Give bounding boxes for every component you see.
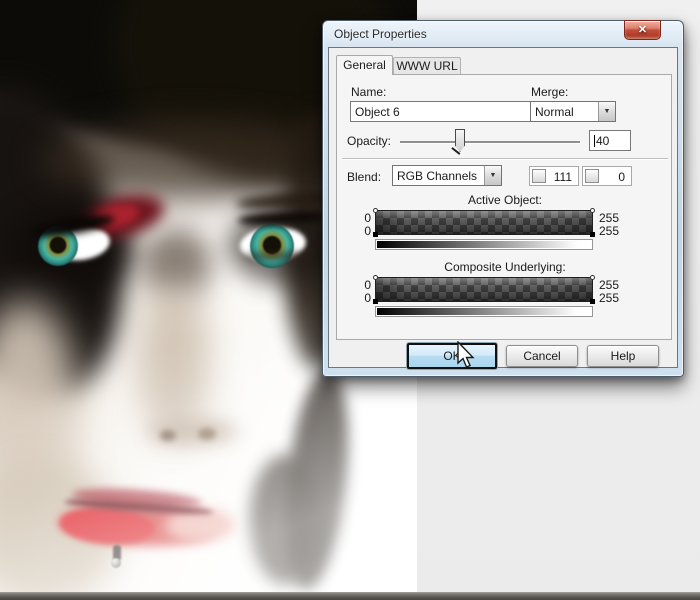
active-object-high-top: 255 bbox=[599, 211, 633, 225]
text-caret bbox=[594, 135, 595, 147]
range-handle-top-left[interactable] bbox=[373, 275, 378, 280]
range-handle-top-right[interactable] bbox=[590, 208, 595, 213]
object-properties-dialog: Object Properties ✕ General WWW URL Name… bbox=[322, 20, 684, 377]
blend-number-1: 111 bbox=[554, 170, 572, 184]
blend-value-field-1[interactable]: 111 bbox=[529, 166, 579, 186]
dialog-client-area: General WWW URL Name: Object 6 Merge: No… bbox=[328, 47, 678, 368]
range-handle-bottom-left[interactable] bbox=[373, 232, 378, 237]
composite-high-bottom: 255 bbox=[599, 291, 633, 305]
blend-dropdown-value: RGB Channels bbox=[397, 169, 477, 183]
help-button[interactable]: Help bbox=[587, 345, 659, 367]
chevron-down-icon[interactable]: ▼ bbox=[484, 166, 501, 185]
range-bar-shading bbox=[376, 278, 592, 301]
active-object-high-bottom: 255 bbox=[599, 224, 633, 238]
close-icon: ✕ bbox=[638, 24, 647, 36]
blend-swatch-button[interactable] bbox=[532, 169, 546, 183]
range-handle-bottom-right[interactable] bbox=[590, 299, 595, 304]
opacity-label: Opacity: bbox=[347, 134, 391, 148]
gradient-ramp bbox=[377, 241, 591, 248]
opacity-slider-thumb[interactable] bbox=[455, 129, 465, 152]
composite-gradient-strip bbox=[375, 306, 593, 317]
composite-underlying-range-bar[interactable] bbox=[375, 277, 593, 302]
dialog-title: Object Properties bbox=[334, 27, 427, 41]
merge-label: Merge: bbox=[531, 85, 568, 99]
opacity-value: 40 bbox=[596, 134, 609, 148]
opacity-slider[interactable] bbox=[397, 128, 583, 155]
close-button[interactable]: ✕ bbox=[624, 20, 661, 40]
window-bottom-edge bbox=[0, 592, 700, 600]
blend-dropdown[interactable]: RGB Channels ▼ bbox=[392, 165, 502, 186]
general-tab-page: Name: Object 6 Merge: Normal ▼ Opacity: … bbox=[336, 74, 672, 340]
range-handle-bottom-right[interactable] bbox=[590, 232, 595, 237]
ok-button[interactable]: OK bbox=[407, 343, 497, 369]
opacity-slider-track[interactable] bbox=[400, 141, 580, 143]
blend-number-2: 0 bbox=[618, 170, 625, 184]
mouse-cursor bbox=[455, 341, 477, 376]
blend-swatch-button[interactable] bbox=[585, 169, 599, 183]
gradient-ramp bbox=[377, 308, 591, 315]
merge-dropdown-value: Normal bbox=[535, 105, 574, 119]
composite-low-bottom: 0 bbox=[341, 291, 371, 305]
separator-line bbox=[342, 158, 668, 159]
merge-dropdown[interactable]: Normal ▼ bbox=[530, 101, 616, 122]
composite-underlying-title: Composite Underlying: bbox=[337, 260, 673, 274]
range-bar-shading bbox=[376, 211, 592, 234]
composite-low-top: 0 bbox=[341, 278, 371, 292]
active-object-title: Active Object: bbox=[337, 193, 673, 207]
name-label: Name: bbox=[351, 85, 386, 99]
tab-general[interactable]: General bbox=[336, 55, 393, 75]
tab-www-url[interactable]: WWW URL bbox=[393, 57, 461, 75]
range-handle-top-left[interactable] bbox=[373, 208, 378, 213]
range-handle-bottom-left[interactable] bbox=[373, 299, 378, 304]
opacity-input[interactable]: 40 bbox=[589, 130, 631, 151]
active-object-gradient-strip bbox=[375, 239, 593, 250]
active-object-low-top: 0 bbox=[341, 211, 371, 225]
range-handle-top-right[interactable] bbox=[590, 275, 595, 280]
blend-label: Blend: bbox=[347, 170, 381, 184]
chevron-down-icon[interactable]: ▼ bbox=[598, 102, 615, 121]
composite-high-top: 255 bbox=[599, 278, 633, 292]
cancel-button[interactable]: Cancel bbox=[506, 345, 578, 367]
active-object-low-bottom: 0 bbox=[341, 224, 371, 238]
blend-value-field-2[interactable]: 0 bbox=[582, 166, 632, 186]
active-object-range-bar[interactable] bbox=[375, 210, 593, 235]
